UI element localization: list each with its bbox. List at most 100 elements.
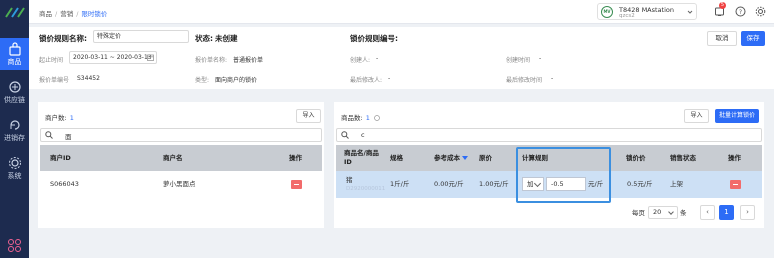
- breadcrumb: 商品 / 营销 / 限时锁价: [39, 10, 108, 18]
- sidebar-item-label: 进销存: [4, 134, 25, 142]
- calc-operator-select[interactable]: 加: [522, 177, 544, 191]
- status-label: 状态:: [195, 34, 213, 43]
- col-merchant-id: 商户ID: [50, 154, 71, 162]
- product-count: 商品数: 1: [341, 112, 380, 122]
- logo-icon: [5, 7, 25, 18]
- delete-product-button[interactable]: [730, 180, 741, 189]
- modifier-label: 最后修改人:: [350, 77, 383, 84]
- product-spec: 1斤/斤: [390, 180, 410, 188]
- rule-name-input[interactable]: 特殊定价: [93, 30, 189, 43]
- supply-chain-icon: [8, 81, 21, 93]
- sidebar-item-supply-chain[interactable]: 供应链: [0, 76, 29, 108]
- calendar-icon: [147, 54, 154, 61]
- per-page-unit: 条: [680, 209, 687, 217]
- per-page-label: 每页: [632, 209, 645, 217]
- per-page-select[interactable]: 20: [648, 206, 678, 219]
- search-icon: [45, 131, 53, 139]
- product-name: 猪: [346, 176, 353, 184]
- product-sale-status: 上架: [670, 180, 683, 188]
- quote-name-value: 普通报价单: [233, 57, 264, 64]
- info-icon: [374, 115, 380, 121]
- creator-value: -: [376, 55, 379, 62]
- col-action: 操作: [289, 154, 302, 162]
- app-grid-icon[interactable]: [7, 238, 22, 253]
- sidebar-item-label: 商品: [7, 58, 22, 66]
- avatar: MV: [601, 6, 613, 18]
- col-action: 操作: [728, 154, 741, 162]
- calc-unit: 元/斤: [588, 180, 604, 188]
- chevron-down-icon: [668, 209, 674, 215]
- date-range-value: 2020-03-11 ~ 2020-03-13: [73, 54, 152, 61]
- merchant-id: S066043: [50, 180, 79, 188]
- merchant-name: 萝小黑面点: [163, 180, 196, 188]
- breadcrumb-current: 限时锁价: [81, 10, 108, 18]
- product-id: D2920000011: [346, 186, 386, 192]
- sort-desc-icon: [462, 156, 468, 160]
- product-lock-price: 0.5元/斤: [627, 180, 653, 188]
- product-table-header: 商品名/商品ID 规格 参考成本 原价 计算规则 锁价价 销售状态 操作: [336, 145, 762, 171]
- col-product-name: 商品名/商品ID: [344, 149, 379, 166]
- quote-no-label: 报价单编号: [39, 77, 70, 84]
- notification-badge: 5: [719, 2, 726, 9]
- col-merchant-name: 商户名: [163, 154, 183, 162]
- col-ref-cost[interactable]: 参考成本: [434, 145, 468, 171]
- breadcrumb-item[interactable]: 营销: [60, 10, 73, 18]
- quote-no-value: S34452: [77, 75, 100, 82]
- search-icon: [341, 131, 349, 139]
- breadcrumb-item[interactable]: 商品: [39, 10, 52, 18]
- rule-header-card: 锁价规则名称: 特殊定价 状态: 未创建 锁价规则编号: 取消 保存 起止时间 …: [29, 27, 774, 89]
- col-sale-status: 销售状态: [670, 154, 696, 162]
- modified-time-value: -: [551, 75, 554, 82]
- product-orig-price: 1.00元/斤: [479, 180, 509, 188]
- cancel-button[interactable]: 取消: [707, 31, 737, 46]
- save-button[interactable]: 保存: [741, 31, 765, 46]
- product-ref-cost: 0.00元/斤: [434, 180, 464, 188]
- svg-text:?: ?: [739, 9, 742, 16]
- gear-icon[interactable]: [755, 6, 766, 17]
- quote-name-label: 报价单名称:: [195, 57, 228, 64]
- next-page-button[interactable]: ›: [740, 205, 755, 220]
- creator-label: 创建人:: [350, 57, 371, 64]
- sidebar: 商品 供应链 进销存 系统: [0, 0, 29, 258]
- merchant-search-input[interactable]: 面: [40, 128, 322, 142]
- modified-time-label: 最后修改时间: [506, 77, 543, 84]
- merchant-table-header: 商户ID 商户名 操作: [40, 145, 322, 171]
- product-panel: 商品数: 1 导入 批量计算锁价 c 商品名/商品ID 规格 参考成本 原价 计算…: [334, 102, 764, 228]
- created-time-label: 创建时间: [506, 57, 531, 64]
- product-search-input[interactable]: c: [336, 128, 762, 142]
- rule-no-label: 锁价规则编号:: [350, 34, 398, 43]
- col-lock-price: 锁价价: [626, 154, 646, 162]
- sidebar-item-system[interactable]: 系统: [0, 152, 29, 184]
- time-label: 起止时间: [39, 57, 64, 64]
- type-label: 类型:: [195, 77, 210, 84]
- user-menu[interactable]: MV T8428 MAstation qzcs2: [597, 3, 697, 20]
- inventory-icon: [9, 120, 20, 130]
- chevron-down-icon: [687, 10, 693, 14]
- merchant-count: 商户数: 1: [45, 114, 74, 122]
- merchant-import-button[interactable]: 导入: [296, 109, 321, 123]
- prev-page-button[interactable]: ‹: [700, 205, 715, 220]
- product-import-button[interactable]: 导入: [684, 109, 709, 123]
- calc-value-input[interactable]: -0.5: [546, 177, 586, 191]
- col-spec: 规格: [390, 154, 403, 162]
- delete-merchant-button[interactable]: [291, 180, 302, 189]
- type-value: 面向商户的锁价: [215, 77, 258, 84]
- sidebar-item-label: 供应链: [4, 96, 25, 104]
- page-1-button[interactable]: 1: [719, 205, 734, 220]
- table-row: S066043 萝小黑面点: [40, 171, 322, 198]
- col-orig-price: 原价: [479, 154, 492, 162]
- col-calc-rule: 计算规则: [522, 154, 548, 162]
- batch-calc-button[interactable]: 批量计算锁价: [715, 109, 759, 123]
- product-search-value: c: [361, 131, 365, 139]
- date-range-picker[interactable]: 2020-03-11 ~ 2020-03-13: [69, 51, 157, 64]
- created-time-value: -: [539, 55, 542, 62]
- rule-name-label: 锁价规则名称:: [39, 34, 87, 43]
- gear-icon: [8, 157, 21, 169]
- sidebar-item-inventory[interactable]: 进销存: [0, 114, 29, 146]
- status-value: 未创建: [215, 34, 238, 43]
- merchant-search-value: 面: [65, 133, 72, 141]
- chevron-down-icon: [533, 179, 542, 188]
- sidebar-item-goods[interactable]: 商品: [0, 38, 29, 70]
- user-account: qzcs2: [619, 13, 635, 19]
- help-icon[interactable]: ?: [735, 6, 746, 17]
